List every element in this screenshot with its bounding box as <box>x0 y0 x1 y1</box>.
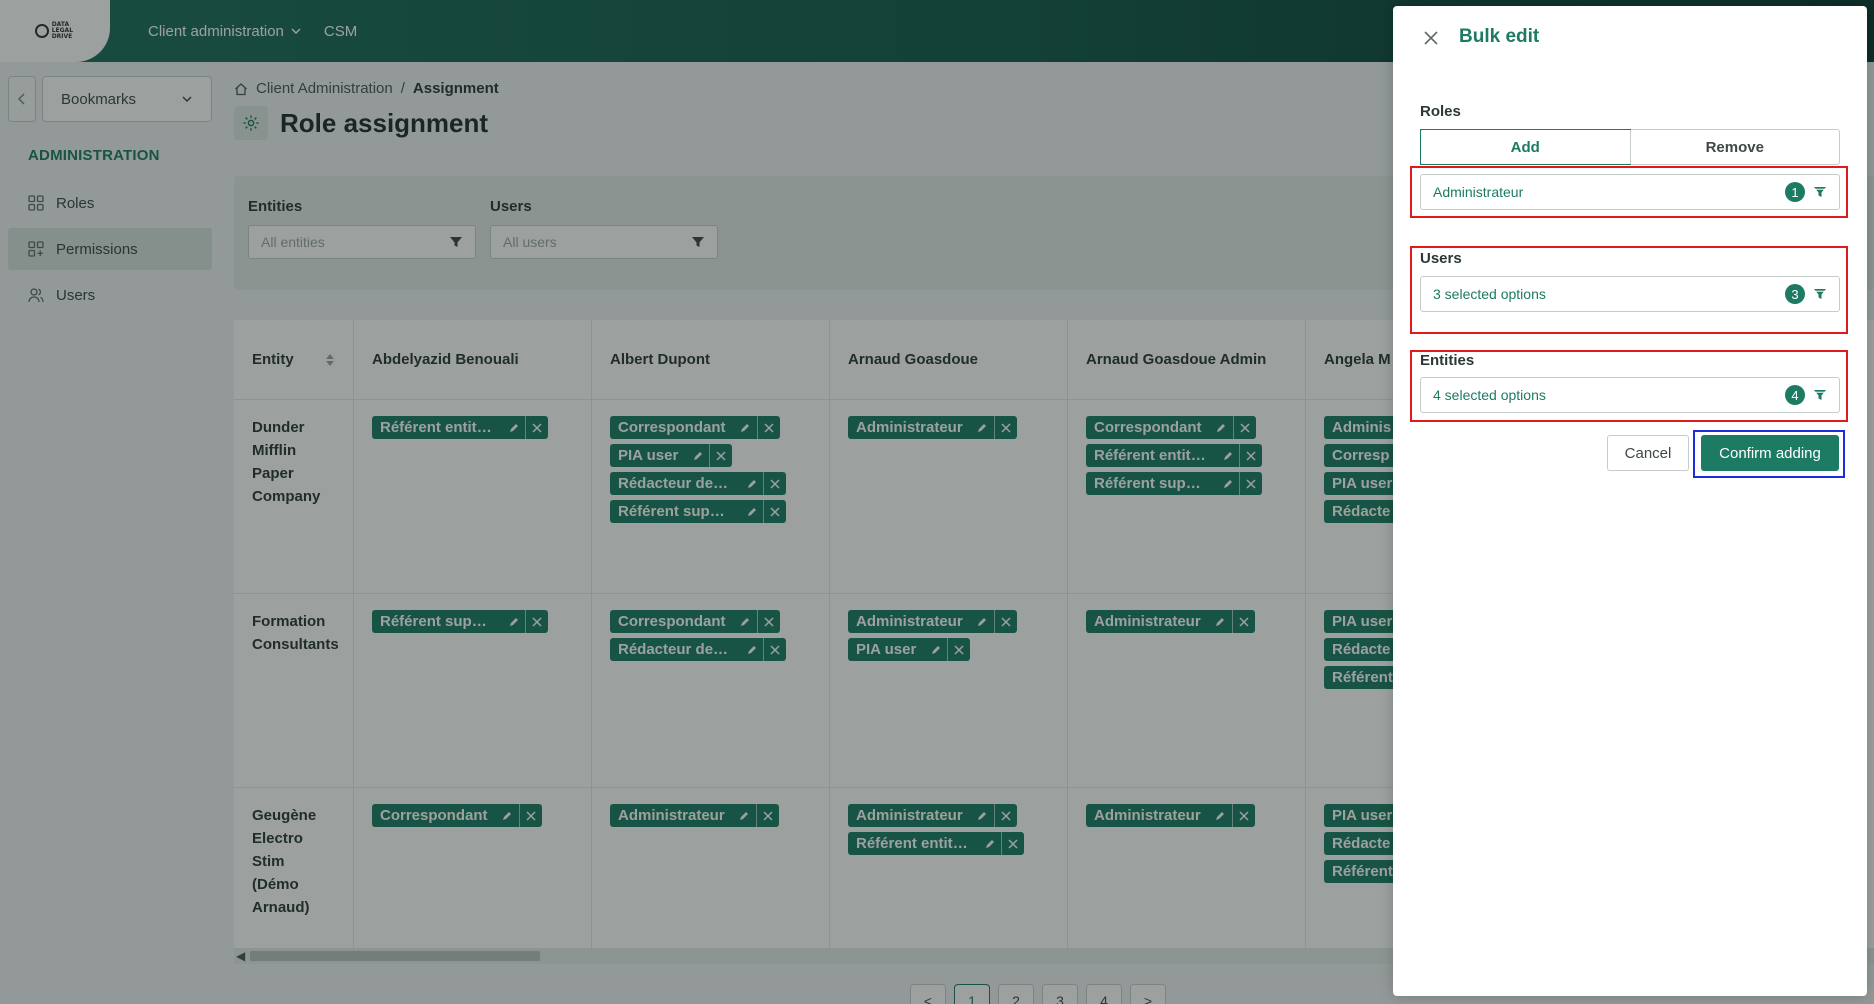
roles-select-value: Administrateur <box>1433 184 1524 200</box>
filter-icon[interactable] <box>1813 185 1827 199</box>
roles-count-badge: 1 <box>1785 182 1805 202</box>
confirm-adding-button[interactable]: Confirm adding <box>1701 435 1839 471</box>
close-icon[interactable] <box>1421 28 1441 48</box>
filter-icon[interactable] <box>1813 388 1827 402</box>
mode-add-button[interactable]: Add <box>1420 129 1631 165</box>
bulk-edit-drawer: Bulk edit Roles Add Remove Administrateu… <box>1393 6 1867 996</box>
users-select-value: 3 selected options <box>1433 286 1546 302</box>
mode-remove-button[interactable]: Remove <box>1629 130 1840 164</box>
roles-label: Roles <box>1420 103 1461 120</box>
filter-icon[interactable] <box>1813 287 1827 301</box>
roles-mode-toggle: Add Remove <box>1420 129 1840 165</box>
entities-select-value: 4 selected options <box>1433 387 1546 403</box>
drawer-title: Bulk edit <box>1459 26 1540 47</box>
entities-count-badge: 4 <box>1785 385 1805 405</box>
users-label: Users <box>1420 250 1462 267</box>
entities-label: Entities <box>1420 352 1475 369</box>
users-count-badge: 3 <box>1785 284 1805 304</box>
roles-select[interactable]: Administrateur 1 <box>1420 174 1840 210</box>
entities-select[interactable]: 4 selected options 4 <box>1420 377 1840 413</box>
users-select[interactable]: 3 selected options 3 <box>1420 276 1840 312</box>
cancel-button[interactable]: Cancel <box>1607 435 1689 471</box>
